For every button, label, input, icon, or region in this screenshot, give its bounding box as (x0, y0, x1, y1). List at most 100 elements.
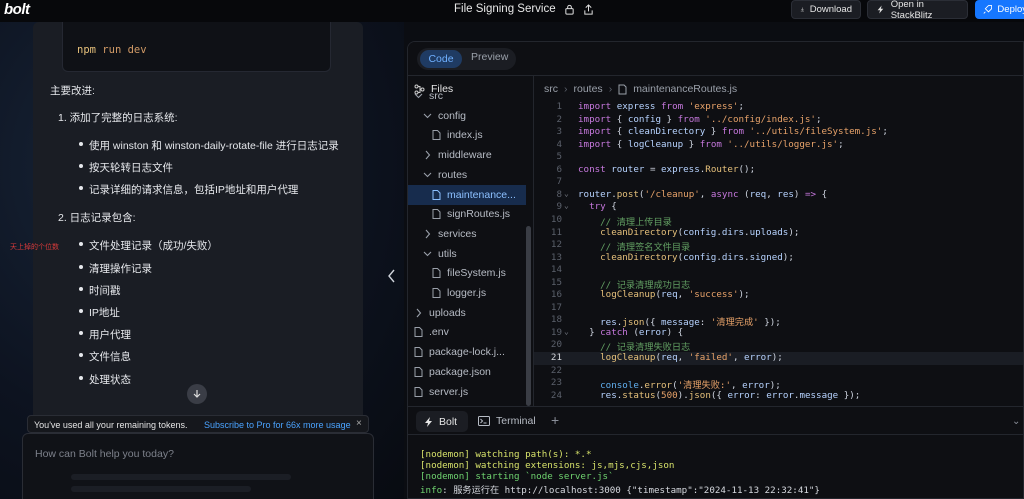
file-tree-item[interactable]: src (408, 86, 526, 106)
fold-chevron-icon[interactable]: ⌄ (564, 201, 569, 210)
code-line[interactable]: 3 import { cleanDirectory } from '../util… (534, 126, 1023, 139)
tab-code[interactable]: Code (420, 50, 462, 68)
file-icon (432, 130, 441, 141)
code-line[interactable]: 6 const router = express.Router(); (534, 164, 1023, 177)
close-icon[interactable]: × (356, 418, 362, 429)
file-tree-item[interactable]: package-lock.j... (408, 342, 526, 362)
code-text: cleanDirectory(config.dirs.uploads); (600, 226, 800, 238)
list-item: 用户代理 (79, 329, 131, 341)
code-line[interactable]: 20 // 记录清理失败日志 (534, 339, 1023, 353)
line-number: 17 (550, 301, 562, 313)
file-tree-item[interactable]: config (408, 106, 526, 126)
line-number: 9 (556, 201, 562, 213)
download-button[interactable]: Download (791, 0, 861, 19)
file-tree-label: middleware (438, 149, 492, 162)
code-text: logCleanup(req, 'success'); (600, 289, 750, 301)
code-line[interactable]: 19 ⌄ } catch (error) { (534, 327, 1023, 340)
terminal-line: [nodemon] watching extensions: js,mjs,cj… (420, 460, 675, 471)
code-line[interactable]: 9 ⌄ try { (534, 201, 1023, 214)
file-tree-label: maintenance... (447, 188, 516, 201)
line-number: 3 (556, 126, 562, 138)
code-editor[interactable]: src › routes › maintenanceRoutes.js 1 imp… (534, 76, 1023, 406)
code-text: import { logCleanup } from '../utils/log… (578, 138, 844, 150)
line-number: 2 (556, 113, 562, 125)
file-tree-item[interactable]: uploads (408, 303, 526, 323)
deploy-label: Deploy (997, 4, 1024, 15)
code-line[interactable]: 2 import { config } from '../config/index… (534, 113, 1023, 127)
list-item: 文件处理记录（成功/失败） (79, 240, 218, 252)
file-tree-item[interactable]: signRoutes.js (408, 204, 526, 224)
section-heading-2: 2. 日志记录包含: (58, 212, 136, 224)
file-tree-item[interactable]: server.js (408, 382, 526, 402)
code-line[interactable]: 22 (534, 365, 1023, 378)
file-tree-item[interactable]: .env (408, 322, 526, 342)
open-in-stackblitz-button[interactable]: Open in StackBlitz (867, 0, 968, 21)
code-line[interactable]: 15 // 记录清理成功日志 (534, 277, 1023, 291)
code-line[interactable]: 16 logCleanup(req, 'success'); (534, 289, 1023, 302)
line-number: 14 (550, 264, 562, 276)
code-line[interactable]: 7 (534, 176, 1023, 189)
lock-icon[interactable] (564, 4, 575, 15)
code-line[interactable]: 24 res.status(500).json({ error: error.m… (534, 390, 1023, 403)
share-icon[interactable] (583, 3, 594, 15)
terminal-line: info: 服务运行在 http://localhost:3000 {"time… (420, 485, 820, 496)
fold-chevron-icon[interactable]: ⌄ (564, 327, 569, 336)
code-line[interactable]: 8 ⌄ router.post('/cleanup', async (req, re… (534, 188, 1023, 202)
chevron-down-icon[interactable]: ⌄ (1012, 416, 1020, 427)
bolt-logo[interactable]: bolt (4, 1, 30, 18)
file-tree-item[interactable]: maintenance... (408, 184, 526, 205)
line-number: 4 (556, 138, 562, 150)
code-line[interactable]: 21 logCleanup(req, 'failed', error); (534, 352, 1023, 365)
code-line[interactable]: 18 res.json({ message: '清理完成' }); (534, 314, 1023, 328)
code-text: cleanDirectory(config.dirs.signed); (600, 251, 794, 263)
file-tree-item[interactable]: services (408, 224, 526, 244)
chat-input[interactable]: How can Bolt help you today? (22, 433, 374, 499)
tab-terminal[interactable]: Terminal (478, 415, 536, 427)
section-heading-1: 1. 添加了完整的日志系统: (58, 112, 178, 124)
code-line[interactable]: 12 // 清理签名文件目录 (534, 239, 1023, 253)
file-tree-item[interactable]: utils (408, 244, 526, 264)
code-text: router.post('/cleanup', async (req, res)… (578, 188, 828, 200)
tab-preview[interactable]: Preview (471, 51, 508, 63)
code-line[interactable]: 4 import { logCleanup } from '../utils/lo… (534, 138, 1023, 152)
scroll-to-bottom-button[interactable] (187, 384, 207, 404)
file-tree-label: logger.js (447, 287, 487, 299)
workbench: Code Preview Files src config index.js midd… (407, 41, 1024, 499)
breadcrumb-item[interactable]: src (544, 83, 558, 95)
code-line[interactable]: 13 cleanDirectory(config.dirs.signed); (534, 251, 1023, 265)
file-tree-item[interactable]: logger.js (408, 283, 526, 303)
fold-chevron-icon[interactable]: ⌄ (564, 189, 569, 198)
file-icon (414, 327, 423, 338)
file-tree-item[interactable]: index.js (408, 125, 526, 145)
chevron-down-icon (423, 172, 432, 178)
file-tree-item[interactable]: routes (408, 165, 526, 185)
deploy-button[interactable]: Deploy (975, 0, 1024, 19)
list-item: 文件信息 (79, 351, 131, 363)
line-number: 23 (550, 377, 562, 389)
file-tree-item[interactable]: fileSystem.js (408, 263, 526, 283)
breadcrumb-item[interactable]: maintenanceRoutes.js (633, 83, 737, 95)
code-line[interactable]: 10 // 清理上传目录 (534, 214, 1023, 228)
add-terminal-icon[interactable]: + (551, 412, 559, 428)
file-tree-label: config (438, 109, 467, 122)
chat-input-placeholder: How can Bolt help you today? (35, 448, 174, 460)
subscribe-link[interactable]: Subscribe to Pro for 66x more usage (204, 420, 351, 430)
rocket-icon (983, 5, 993, 14)
chevron-left-icon[interactable] (386, 268, 398, 284)
code-line[interactable]: 14 (534, 264, 1023, 277)
project-title[interactable]: File Signing Service (454, 3, 594, 15)
code-line[interactable]: 5 (534, 151, 1023, 164)
file-tree-label: routes (438, 168, 468, 181)
code-line[interactable]: 23 console.error('清理失败:', error); (534, 377, 1023, 391)
code-line[interactable]: 1 import express from 'express'; (534, 101, 1023, 114)
file-tree-scrollbar[interactable] (526, 226, 531, 406)
file-icon (414, 347, 423, 358)
file-icon (432, 209, 441, 220)
file-tree-item[interactable]: package.json (408, 362, 526, 382)
code-line[interactable]: 11 cleanDirectory(config.dirs.uploads); (534, 226, 1023, 240)
open-label: Open in StackBlitz (890, 0, 933, 21)
code-line[interactable]: 17 (534, 301, 1023, 315)
breadcrumb-item[interactable]: routes (574, 83, 603, 95)
file-tree-item[interactable]: middleware (408, 145, 526, 165)
tab-bolt-terminal[interactable]: Bolt (416, 411, 468, 432)
